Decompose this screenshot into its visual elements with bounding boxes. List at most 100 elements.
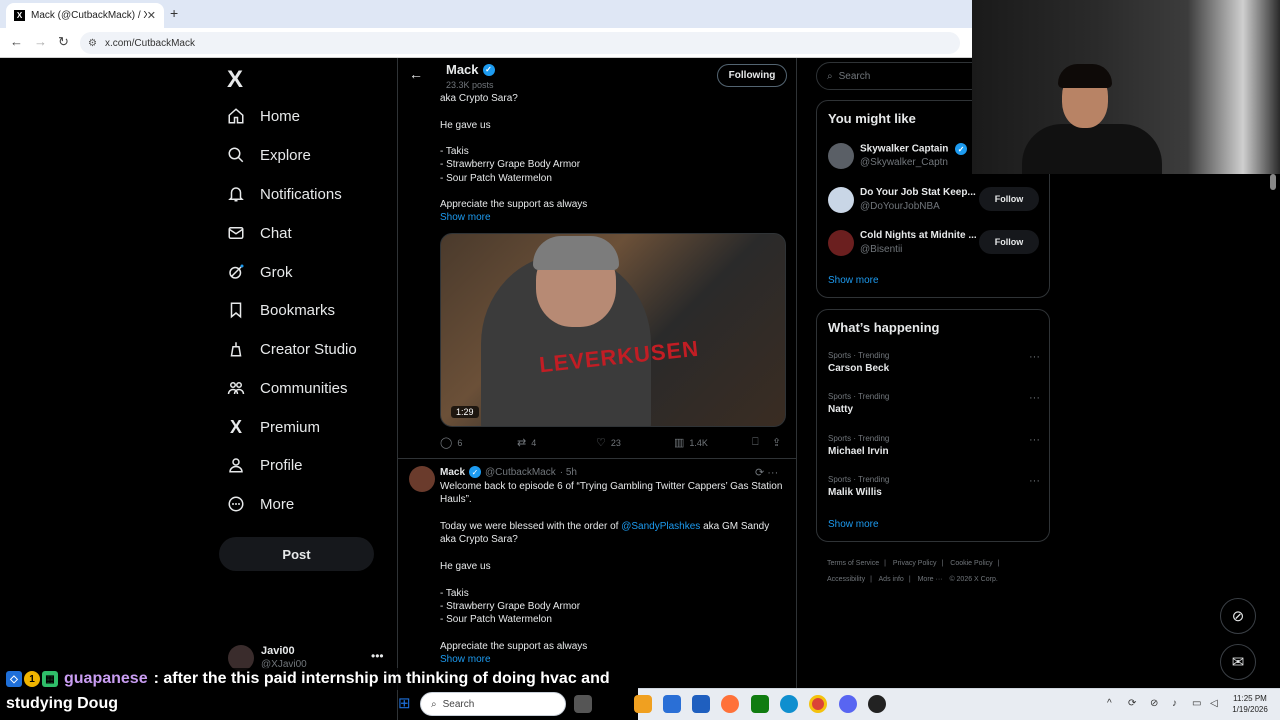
nav-item-chat[interactable]: Chat (226, 218, 292, 248)
nav-item-premium[interactable]: X Premium (226, 412, 320, 442)
footer-sep: | (870, 576, 872, 583)
trend-more-icon[interactable]: ··· (1029, 392, 1040, 404)
video-duration: 1:29 (451, 406, 479, 418)
follow-button[interactable]: Follow (979, 187, 1039, 211)
views-button[interactable]: ▥ 1.4K (674, 436, 708, 449)
taskbar-clock[interactable]: 11:25 PM 1/19/2026 (1225, 693, 1275, 715)
app-icon[interactable] (868, 695, 886, 713)
tray-chevron-icon[interactable]: ^ (1107, 698, 1112, 709)
footer-link[interactable]: Ads info (879, 576, 904, 583)
xbox-icon[interactable] (751, 695, 769, 713)
trend-item[interactable]: Sports · Trending Malik Willis ··· (828, 475, 1040, 505)
messages-float-icon[interactable]: ✉ (1220, 644, 1256, 680)
webcam-hair (1058, 64, 1112, 88)
creator-icon (226, 339, 246, 359)
trend-more-icon[interactable]: ··· (1029, 475, 1040, 487)
footer-link[interactable]: Privacy Policy (893, 560, 937, 567)
show-more-link[interactable]: Show more (828, 275, 879, 286)
trend-category: Sports · Trending (828, 434, 890, 443)
tweet-menu-icons[interactable]: ⟳ ··· (755, 466, 778, 479)
nav-label: More (260, 495, 295, 513)
like-button[interactable]: ♡ 23 (596, 436, 621, 449)
account-more-icon[interactable]: ••• (371, 649, 384, 663)
forward-icon[interactable]: → (34, 34, 47, 49)
nav-item-more[interactable]: More (226, 489, 294, 519)
footer-link[interactable]: Accessibility (827, 576, 865, 583)
nav-item-notifications[interactable]: Notifications (226, 179, 342, 209)
follow-button[interactable]: Follow (979, 230, 1039, 254)
repost-button[interactable]: ⇄ 4 (517, 436, 536, 449)
reply-button[interactable]: ◯ 6 (440, 436, 462, 449)
author-name[interactable]: Mack (440, 467, 465, 478)
show-more-link[interactable]: Show more (440, 654, 491, 665)
following-button[interactable]: Following (717, 64, 787, 87)
edge-icon[interactable] (780, 695, 798, 713)
footer-sep: | (884, 560, 886, 567)
back-icon[interactable]: ← (10, 34, 23, 49)
show-more-link[interactable]: Show more (828, 519, 879, 530)
browser-tab[interactable]: X Mack (@CutbackMack) / X ✕ (6, 3, 164, 28)
nav-label: Communities (260, 379, 348, 397)
trend-item[interactable]: Sports · Trending Michael Irvin ··· (828, 434, 1040, 464)
post-button[interactable]: Post (219, 537, 374, 571)
trend-item[interactable]: Sports · Trending Natty ··· (828, 392, 1040, 422)
mic-icon[interactable]: ♪ (1172, 698, 1177, 709)
new-tab-button[interactable]: + (170, 5, 178, 21)
nav-label: Explore (260, 146, 311, 164)
app-icon[interactable] (692, 695, 710, 713)
discord-icon[interactable] (839, 695, 857, 713)
footer-link[interactable]: Terms of Service (827, 560, 879, 567)
nav-item-explore[interactable]: Explore (226, 140, 311, 170)
tab-close-icon[interactable]: ✕ (147, 9, 156, 22)
address-bar: ← → ↻ ⚙ x.com/CutbackMack (0, 28, 972, 58)
nav-item-grok[interactable]: Grok (226, 257, 293, 287)
nav-item-communities[interactable]: Communities (226, 373, 348, 403)
nav-item-home[interactable]: Home (226, 101, 300, 131)
x-logo-icon[interactable]: X (227, 66, 243, 94)
list-item[interactable]: Do Your Job Stat Keep... @DoYourJobNBA F… (828, 185, 1040, 217)
firefox-icon[interactable] (721, 695, 739, 713)
footer-link[interactable]: More ··· (918, 576, 943, 583)
search-input[interactable]: ⌕ Search (816, 62, 986, 90)
back-arrow-icon[interactable]: ← (409, 66, 423, 82)
avatar[interactable] (409, 466, 435, 492)
list-item[interactable]: Cold Nights at Midnite ... @Bisentii Fol… (828, 228, 1040, 260)
url-field[interactable]: ⚙ x.com/CutbackMack (80, 32, 960, 54)
author-handle[interactable]: @CutbackMack (485, 467, 556, 478)
footer-sep: | (908, 576, 911, 583)
reload-icon[interactable]: ↻ (58, 34, 69, 50)
tweet-time[interactable]: · 5h (560, 467, 577, 478)
user-handle: @DoYourJobNBA (860, 201, 940, 212)
bookmark-icon (226, 300, 246, 320)
nav-item-creator-studio[interactable]: Creator Studio (226, 334, 357, 364)
trend-more-icon[interactable]: ··· (1029, 351, 1040, 363)
user-handle: @Skywalker_Captn (860, 157, 948, 168)
nav-item-bookmarks[interactable]: Bookmarks (226, 295, 335, 325)
trend-item[interactable]: Sports · Trending Carson Beck ··· (828, 351, 1040, 381)
mail-icon (226, 223, 246, 243)
chrome-icon[interactable] (809, 695, 827, 713)
share-button[interactable]: ⇪ (772, 436, 786, 449)
tweet-text-mention: Today we were blessed with the order of … (440, 520, 785, 547)
search-icon (226, 145, 246, 165)
site-info-icon[interactable]: ⚙ (88, 38, 97, 49)
show-more-link[interactable]: Show more (440, 212, 491, 223)
trend-more-icon[interactable]: ··· (1029, 434, 1040, 446)
bookmark-button[interactable]: ⎕ (752, 436, 764, 449)
grok-float-icon[interactable]: ⊘ (1220, 598, 1256, 634)
scrollbar[interactable] (1270, 174, 1276, 190)
tab-title: Mack (@CutbackMack) / X (31, 10, 147, 21)
mention-link[interactable]: @SandyPlashkes (621, 521, 700, 532)
store-icon[interactable] (663, 695, 681, 713)
trend-name: Michael Irvin (828, 446, 889, 457)
tray-icon[interactable]: ⟳ (1128, 698, 1136, 709)
nav-item-profile[interactable]: Profile (226, 450, 303, 480)
footer-link[interactable]: Cookie Policy (950, 560, 992, 567)
monitor-icon[interactable]: ▭ (1192, 698, 1201, 709)
user-name-text: Skywalker Captain (860, 143, 949, 155)
tray-icon[interactable]: ⊘ (1150, 698, 1158, 709)
tweet-text: Welcome back to episode 6 of “Trying Gam… (440, 481, 783, 506)
volume-icon[interactable]: ◁ (1210, 698, 1218, 709)
profile-name: Mack ✓ (446, 62, 495, 77)
tweet-video[interactable]: LEVERKUSEN 1:29 (440, 233, 786, 427)
